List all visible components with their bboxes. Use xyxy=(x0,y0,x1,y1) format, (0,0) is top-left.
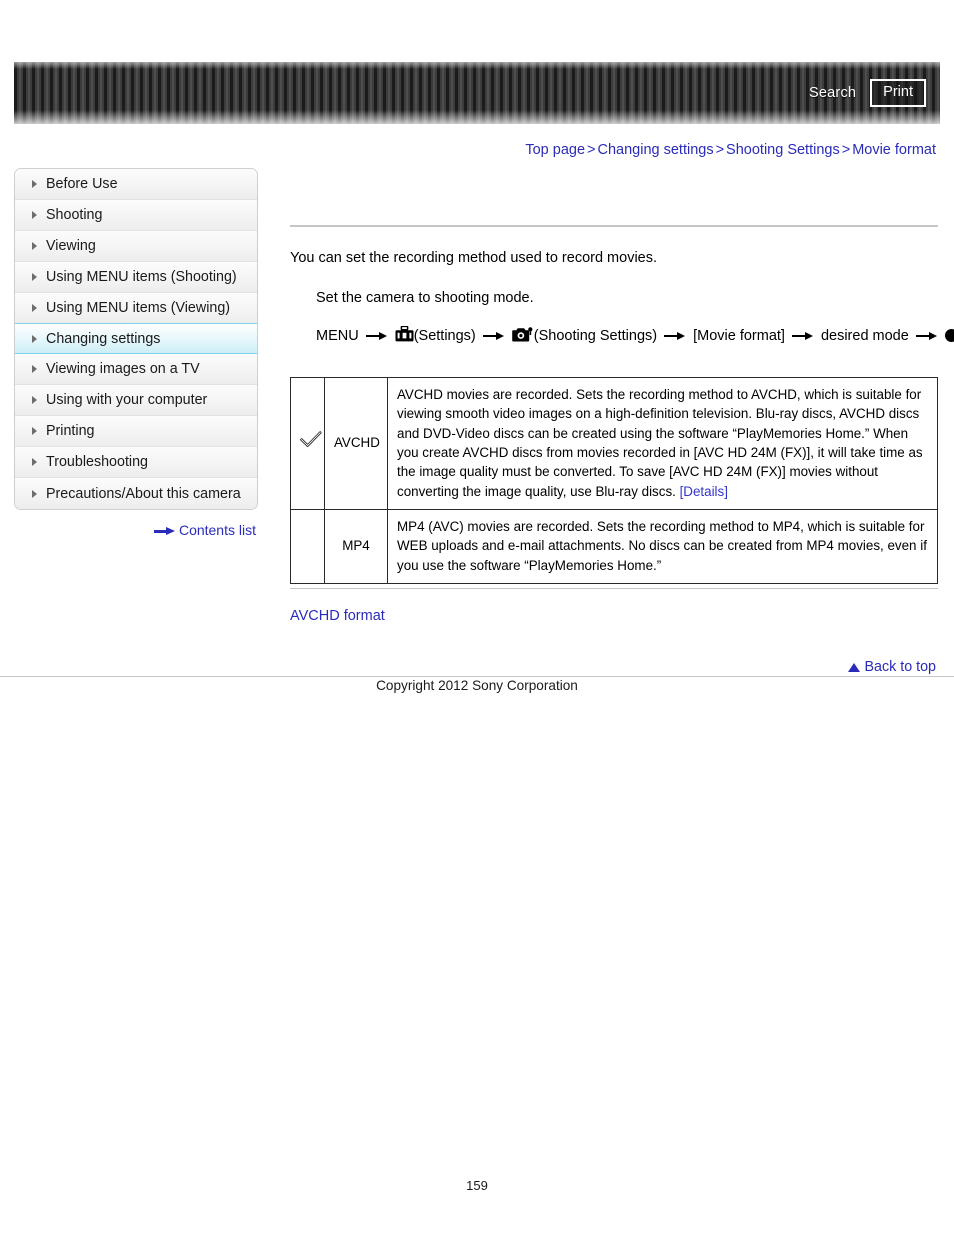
chevron-right-icon xyxy=(32,180,37,188)
sidebar-item-printing[interactable]: Printing xyxy=(15,416,257,447)
breadcrumb-separator: > xyxy=(841,142,851,158)
arrow-right-icon xyxy=(365,331,388,340)
default-checkmark-cell xyxy=(290,377,325,510)
main-content: You can set the recording method used to… xyxy=(290,225,954,584)
sidebar-item-label: Printing xyxy=(46,423,95,439)
option-label: MP4 xyxy=(324,508,388,584)
chevron-right-icon xyxy=(32,458,37,466)
search-link[interactable]: Search xyxy=(809,85,856,101)
checkmark-icon xyxy=(300,431,322,453)
chevron-right-icon xyxy=(32,211,37,219)
arrow-right-icon xyxy=(915,331,938,340)
chevron-right-icon xyxy=(32,427,37,435)
sidebar-item-before-use[interactable]: Before Use xyxy=(15,169,257,200)
related-link-avchd-format[interactable]: AVCHD format xyxy=(290,608,385,624)
menu-path: MENU (Settings) (Shooting Settings) [Mov… xyxy=(316,325,954,347)
breadcrumb-item-shooting-settings[interactable]: Shooting Settings xyxy=(726,142,840,158)
shooting-settings-label: (Shooting Settings) xyxy=(533,327,658,344)
breadcrumb-item-movie-format[interactable]: Movie format xyxy=(852,142,936,158)
sidebar-item-precautions-about-this-camera[interactable]: Precautions/About this camera xyxy=(15,478,257,509)
breadcrumb-separator: > xyxy=(715,142,725,158)
chevron-right-icon xyxy=(32,489,37,498)
page-number: 159 xyxy=(466,1178,488,1193)
movie-format-options-table: AVCHD AVCHD movies are recorded. Sets th… xyxy=(290,377,938,584)
option-label: AVCHD xyxy=(324,377,388,510)
back-to-top-wrapper: Back to top xyxy=(848,659,936,675)
menu-path-item: [Movie format] xyxy=(693,327,785,344)
arrow-right-icon xyxy=(482,331,505,340)
option-description-text: MP4 (AVC) movies are recorded. Sets the … xyxy=(397,518,927,573)
sidebar-item-changing-settings[interactable]: Changing settings xyxy=(15,323,257,354)
page-footer-divider xyxy=(0,676,954,677)
table-row: MP4 MP4 (AVC) movies are recorded. Sets … xyxy=(290,508,938,584)
default-checkmark-cell xyxy=(290,508,325,584)
chevron-right-icon xyxy=(32,365,37,373)
back-to-top-link[interactable]: Back to top xyxy=(864,659,936,675)
arrow-right-icon xyxy=(791,331,814,340)
content-bottom-divider xyxy=(290,588,938,589)
sidebar-item-using-menu-items-shooting[interactable]: Using MENU items (Shooting) xyxy=(15,262,257,293)
step-text: Set the camera to shooting mode. xyxy=(316,289,534,306)
chevron-right-icon xyxy=(32,396,37,404)
sidebar-item-label: Precautions/About this camera xyxy=(46,485,241,502)
header-actions: Search Print xyxy=(809,62,926,124)
center-button-icon xyxy=(944,329,954,343)
triangle-up-icon xyxy=(848,663,861,672)
print-button[interactable]: Print xyxy=(870,79,926,107)
site-header-banner: Search Print xyxy=(14,62,940,124)
sidebar-item-troubleshooting[interactable]: Troubleshooting xyxy=(15,447,257,478)
sidebar-item-label: Using with your computer xyxy=(46,392,208,408)
sidebar-item-label: Shooting xyxy=(46,207,103,223)
sidebar-item-using-menu-items-viewing[interactable]: Using MENU items (Viewing) xyxy=(15,293,257,324)
option-description: AVCHD movies are recorded. Sets the reco… xyxy=(387,377,938,510)
settings-label: (Settings) xyxy=(413,327,476,344)
breadcrumb-item-changing-settings[interactable]: Changing settings xyxy=(598,142,714,158)
chevron-right-icon xyxy=(32,304,37,312)
chevron-right-icon xyxy=(32,334,37,343)
camera-shooting-settings-icon xyxy=(511,326,534,347)
sidebar-item-label: Troubleshooting xyxy=(46,454,148,470)
option-description-text: AVCHD movies are recorded. Sets the reco… xyxy=(397,387,923,499)
breadcrumb-item-top-page[interactable]: Top page xyxy=(525,142,585,158)
sidebar-item-label: Using MENU items (Viewing) xyxy=(46,300,231,316)
arrow-right-icon xyxy=(153,527,176,536)
sidebar-item-viewing[interactable]: Viewing xyxy=(15,231,257,262)
related-link-wrapper: AVCHD format xyxy=(290,608,385,624)
sidebar-item-label: Before Use xyxy=(46,176,118,192)
sidebar-item-label: Viewing images on a TV xyxy=(46,361,200,377)
arrow-right-icon xyxy=(664,331,686,340)
table-row: AVCHD AVCHD movies are recorded. Sets th… xyxy=(290,377,938,510)
chevron-right-icon xyxy=(32,273,37,281)
sidebar-nav: Before Use Shooting Viewing Using MENU i… xyxy=(14,168,258,510)
chevron-right-icon xyxy=(32,242,37,250)
details-link[interactable]: [Details] xyxy=(680,484,728,499)
breadcrumb: Top page > Changing settings > Shooting Sett… xyxy=(525,142,936,158)
option-description: MP4 (AVC) movies are recorded. Sets the … xyxy=(387,508,938,584)
sidebar-item-using-with-your-computer[interactable]: Using with your computer xyxy=(15,385,257,416)
toolbox-settings-icon xyxy=(395,325,414,346)
sidebar-item-shooting[interactable]: Shooting xyxy=(15,200,257,231)
content-top-divider xyxy=(290,225,938,227)
sidebar-item-label: Changing settings xyxy=(46,330,161,347)
copyright-text: Copyright 2012 Sony Corporation xyxy=(376,678,578,693)
intro-text: You can set the recording method used to… xyxy=(290,250,658,266)
contents-list-link-wrapper: Contents list xyxy=(14,522,258,538)
menu-path-start: MENU xyxy=(316,327,359,344)
contents-list-link[interactable]: Contents list xyxy=(179,522,256,538)
sidebar-item-label: Viewing xyxy=(46,238,96,254)
menu-path-mode: desired mode xyxy=(820,327,909,344)
sidebar-item-label: Using MENU items (Shooting) xyxy=(46,269,237,285)
sidebar-item-viewing-images-on-a-tv[interactable]: Viewing images on a TV xyxy=(15,354,257,385)
breadcrumb-separator: > xyxy=(587,142,596,158)
